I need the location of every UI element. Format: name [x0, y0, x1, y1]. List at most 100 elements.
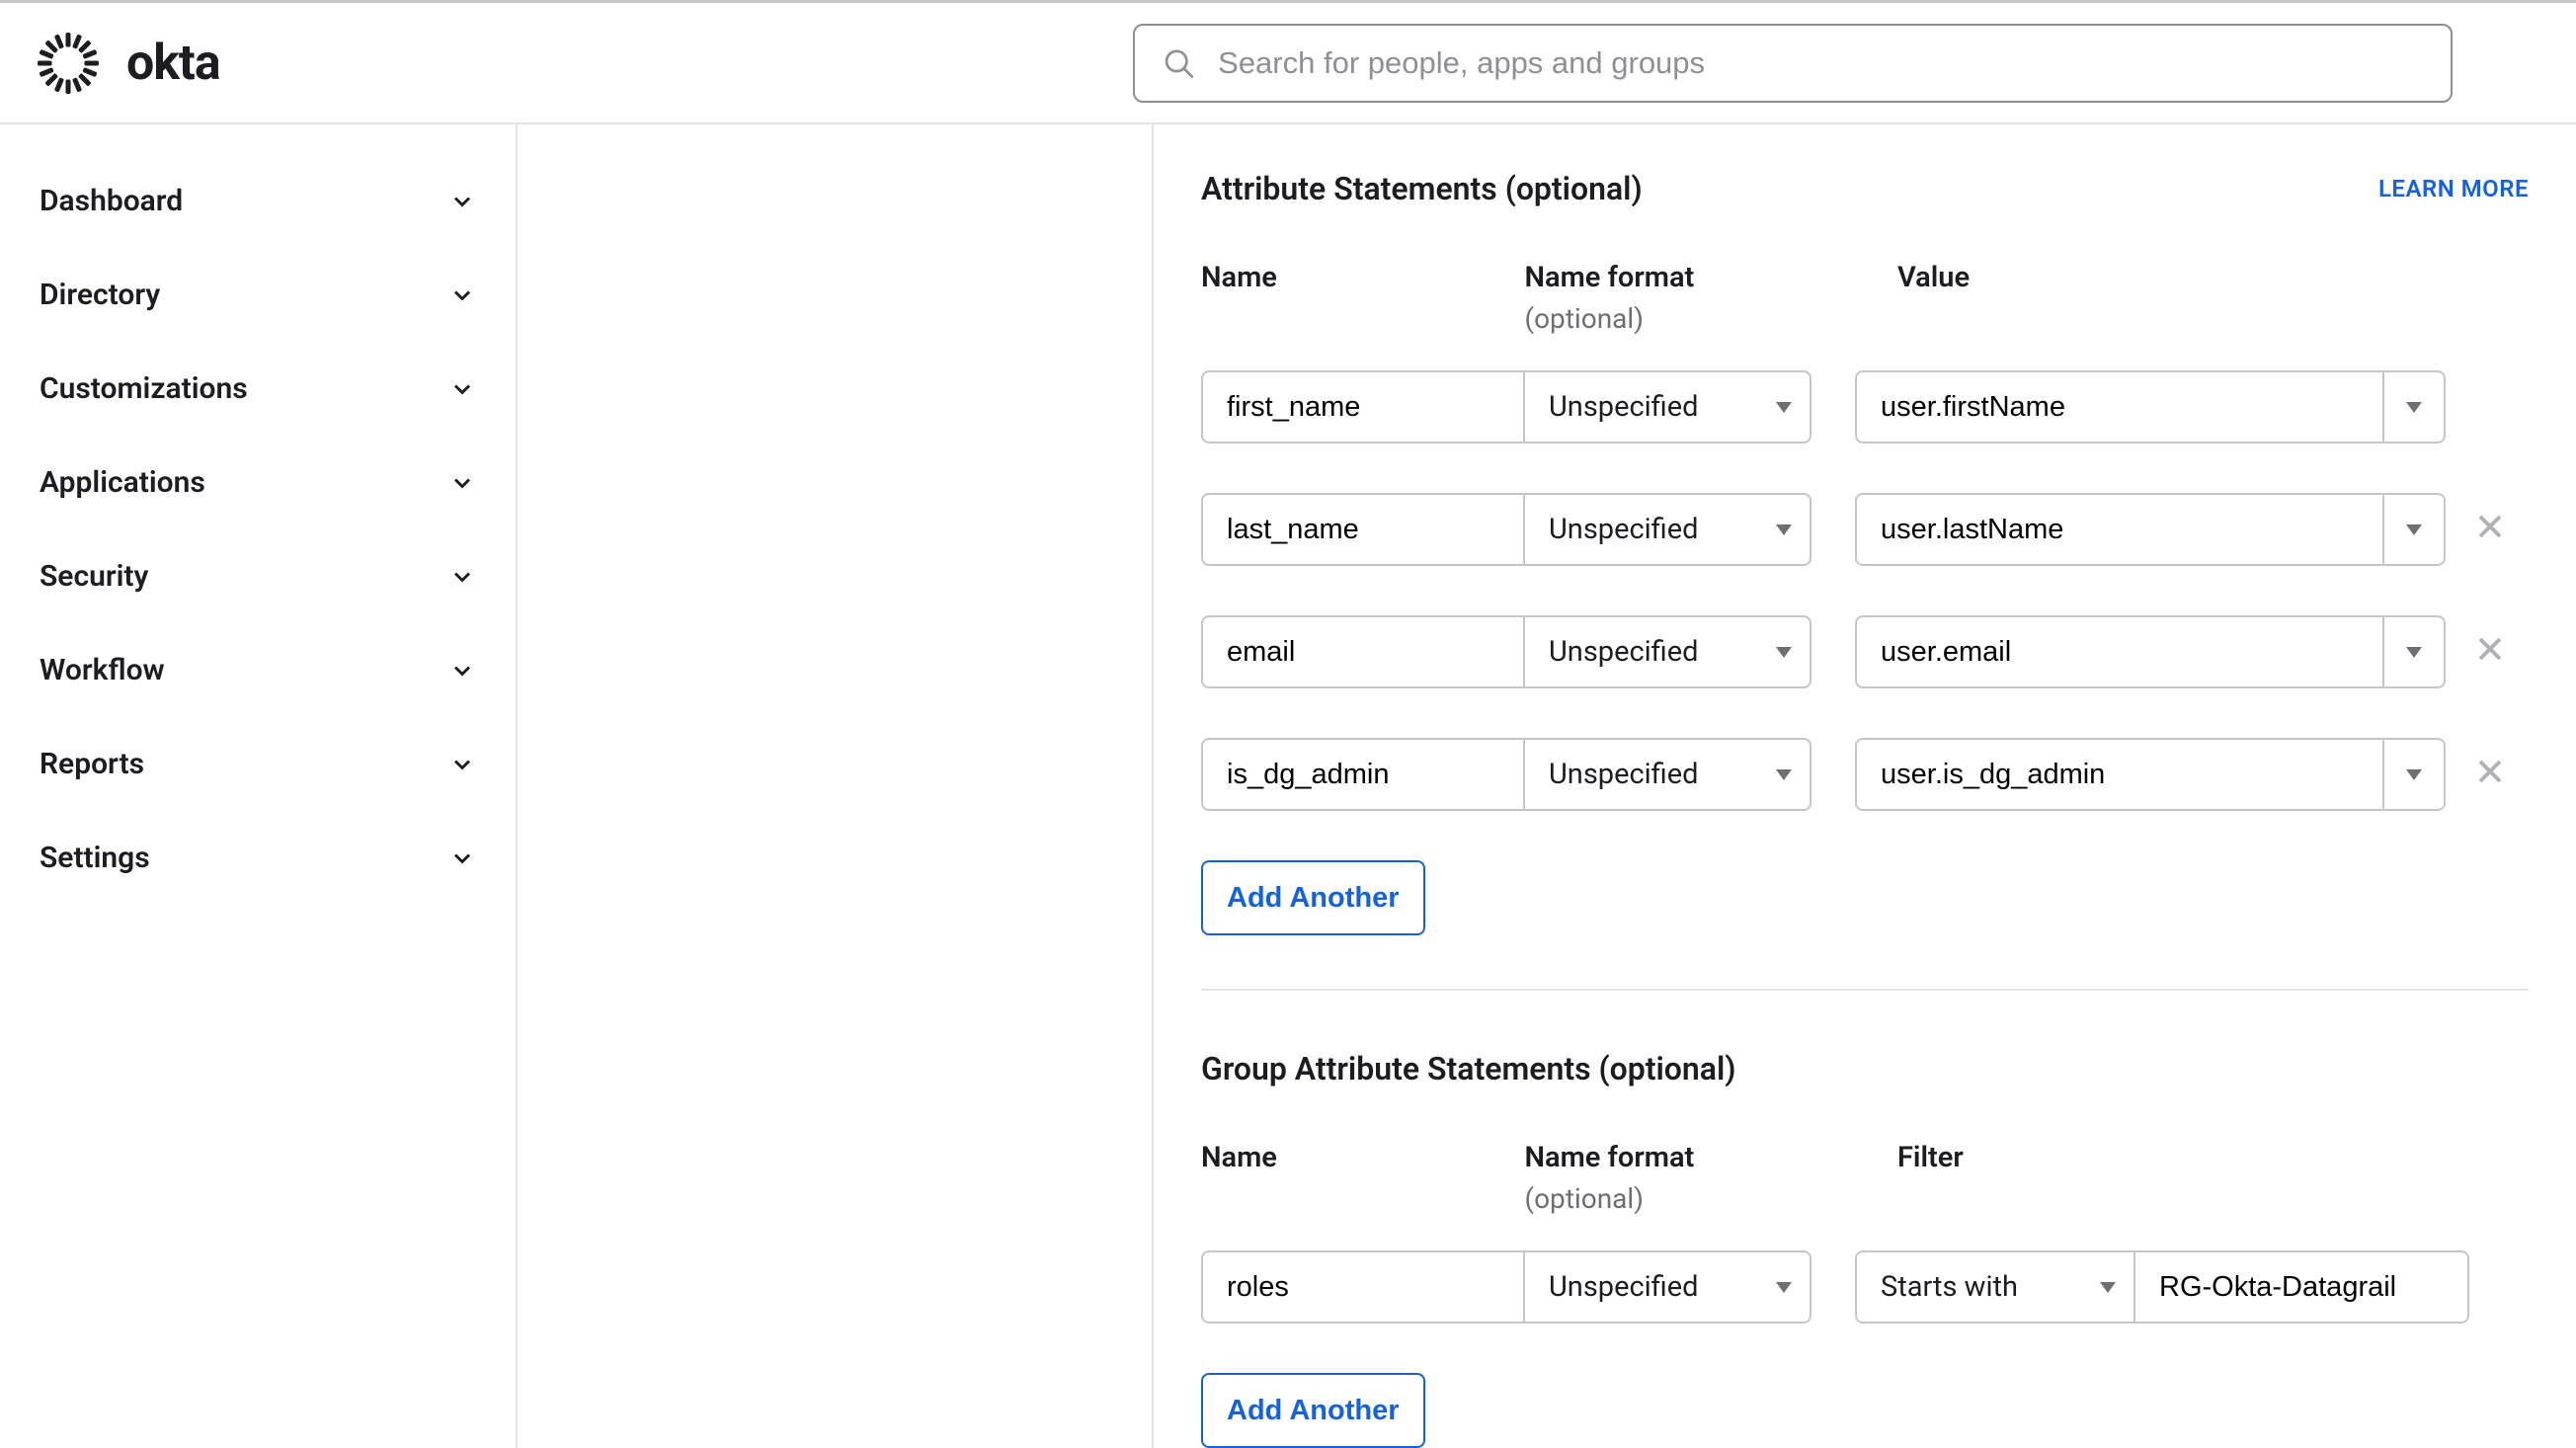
sidebar: Dashboard Directory Customizations Appli… — [0, 124, 518, 1448]
attr-value-input[interactable] — [1855, 615, 2384, 688]
add-attr-button[interactable]: Add Another — [1201, 860, 1425, 935]
attr-format-select[interactable]: Unspecified — [1525, 738, 1811, 811]
sidebar-item-workflow[interactable]: Workflow — [0, 623, 516, 717]
add-group-button[interactable]: Add Another — [1201, 1373, 1425, 1448]
attr-column-headers: Name Name format (optional) Value — [1201, 261, 2529, 335]
remove-row-button[interactable] — [2475, 634, 2505, 671]
search-wrap — [1133, 24, 2453, 103]
dropdown-caret-icon — [1776, 524, 1792, 535]
group-column-headers: Name Name format (optional) Filter — [1201, 1141, 2529, 1215]
chevron-down-icon — [448, 563, 476, 591]
dropdown-caret-icon — [1776, 769, 1792, 780]
group-filter-op-select[interactable]: Starts with — [1855, 1250, 2135, 1324]
attr-value-input[interactable] — [1855, 493, 2384, 566]
dropdown-caret-icon — [2406, 769, 2422, 780]
chevron-down-icon — [448, 657, 476, 684]
sidebar-item-settings[interactable]: Settings — [0, 811, 516, 905]
group-filter-value-input[interactable] — [2135, 1250, 2469, 1324]
attr-name-text[interactable] — [1227, 636, 1499, 669]
search-box[interactable] — [1133, 24, 2453, 103]
search-input[interactable] — [1218, 45, 2450, 81]
attr-name-text[interactable] — [1227, 391, 1499, 424]
dropdown-caret-icon — [1776, 402, 1792, 413]
attr-row: Unspecified — [1201, 370, 2529, 443]
search-icon — [1163, 46, 1195, 80]
sidebar-item-dashboard[interactable]: Dashboard — [0, 154, 516, 248]
attr-format-value: Unspecified — [1549, 758, 1699, 791]
okta-sunburst-icon — [38, 33, 99, 94]
col-name-header: Name — [1201, 261, 1525, 335]
group-rows: Unspecified Starts with — [1201, 1250, 2529, 1324]
dropdown-caret-icon — [1776, 647, 1792, 658]
brand-wordmark: okta — [126, 35, 220, 92]
group-row: Unspecified Starts with — [1201, 1250, 2529, 1324]
sidebar-item-customizations[interactable]: Customizations — [0, 342, 516, 436]
main: Dashboard Directory Customizations Appli… — [0, 124, 2576, 1448]
attr-value-dropdown[interactable] — [2384, 738, 2446, 811]
col-value-header: Value — [1897, 261, 2529, 335]
chevron-down-icon — [448, 375, 476, 403]
attr-format-select[interactable]: Unspecified — [1525, 615, 1811, 688]
attr-name-input[interactable] — [1201, 493, 1525, 566]
sidebar-item-label: Reports — [40, 747, 144, 781]
brand-logo[interactable]: okta — [38, 33, 220, 94]
dropdown-caret-icon — [2406, 402, 2422, 413]
learn-more-link[interactable]: LEARN MORE — [2378, 175, 2529, 202]
sidebar-item-security[interactable]: Security — [0, 529, 516, 623]
close-icon — [2475, 757, 2505, 786]
attr-value-input[interactable] — [1855, 738, 2384, 811]
sidebar-item-label: Settings — [40, 841, 150, 875]
sidebar-item-applications[interactable]: Applications — [0, 436, 516, 529]
sidebar-item-directory[interactable]: Directory — [0, 248, 516, 342]
attr-format-value: Unspecified — [1549, 513, 1699, 546]
remove-row-button[interactable] — [2475, 757, 2505, 793]
attr-value-text[interactable] — [1881, 391, 2359, 424]
sidebar-item-label: Customizations — [40, 371, 248, 406]
attr-name-input[interactable] — [1201, 370, 1525, 443]
sidebar-item-label: Applications — [40, 465, 205, 500]
attr-value-dropdown[interactable] — [2384, 615, 2446, 688]
group-format-select[interactable]: Unspecified — [1525, 1250, 1811, 1324]
group-section-title: Group Attribute Statements (optional) — [1201, 1050, 2529, 1087]
attr-name-input[interactable] — [1201, 738, 1525, 811]
sidebar-item-label: Directory — [40, 278, 160, 312]
attr-name-text[interactable] — [1227, 759, 1499, 791]
attr-name-text[interactable] — [1227, 514, 1499, 546]
sidebar-item-reports[interactable]: Reports — [0, 717, 516, 811]
attr-value-text[interactable] — [1881, 514, 2359, 546]
chevron-down-icon — [448, 282, 476, 309]
dropdown-caret-icon — [2100, 1282, 2116, 1293]
close-icon — [2475, 512, 2505, 541]
attr-value-input[interactable] — [1855, 370, 2384, 443]
attr-rows: Unspecified Unspecified — [1201, 370, 2529, 811]
group-name-text[interactable] — [1227, 1271, 1499, 1304]
group-filter-value-text[interactable] — [2159, 1271, 2444, 1304]
sidebar-item-label: Security — [40, 559, 148, 594]
attr-section-header: Attribute Statements (optional) LEARN MO… — [1201, 170, 2529, 207]
attr-name-input[interactable] — [1201, 615, 1525, 688]
content: Attribute Statements (optional) LEARN MO… — [1154, 124, 2576, 1448]
sidebar-item-label: Workflow — [40, 653, 165, 687]
chevron-down-icon — [448, 845, 476, 872]
attr-value-dropdown[interactable] — [2384, 370, 2446, 443]
col-name-header: Name — [1201, 1141, 1525, 1215]
dropdown-caret-icon — [2406, 647, 2422, 658]
chevron-down-icon — [448, 751, 476, 778]
dropdown-caret-icon — [1776, 1282, 1792, 1293]
attr-format-value: Unspecified — [1549, 635, 1699, 669]
attr-format-select[interactable]: Unspecified — [1525, 370, 1811, 443]
close-icon — [2475, 634, 2505, 664]
group-filter-op-value: Starts with — [1881, 1270, 2018, 1304]
attr-format-select[interactable]: Unspecified — [1525, 493, 1811, 566]
dropdown-caret-icon — [2406, 524, 2422, 535]
col-filter-header: Filter — [1897, 1141, 2529, 1215]
attr-value-dropdown[interactable] — [2384, 493, 2446, 566]
attr-value-text[interactable] — [1881, 636, 2359, 669]
remove-row-button[interactable] — [2475, 512, 2505, 548]
attr-value-text[interactable] — [1881, 759, 2359, 791]
attr-format-value: Unspecified — [1549, 390, 1699, 424]
chevron-down-icon — [448, 188, 476, 215]
group-name-input[interactable] — [1201, 1250, 1525, 1324]
sidebar-item-label: Dashboard — [40, 184, 183, 218]
chevron-down-icon — [448, 469, 476, 497]
